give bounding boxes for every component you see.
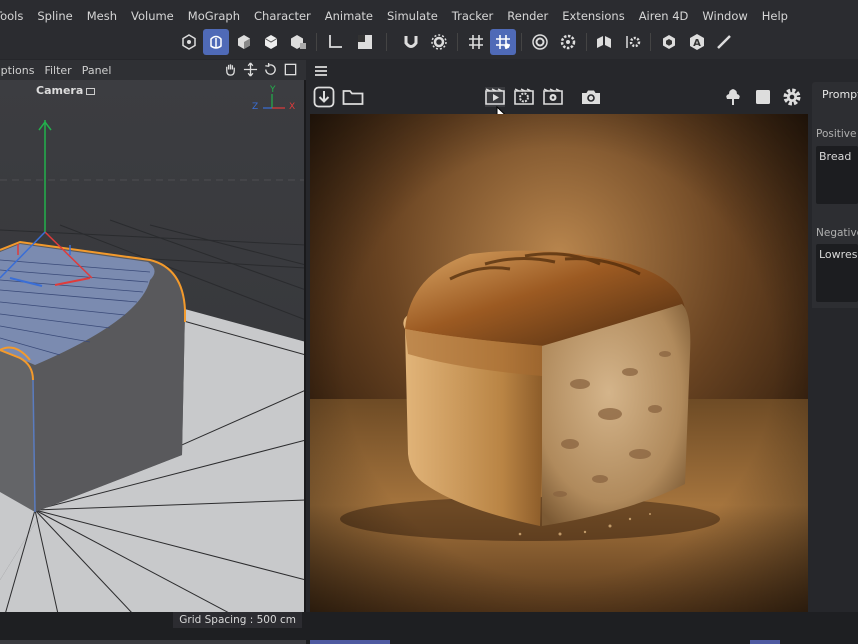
render-icon[interactable] (484, 86, 506, 108)
app-window: Tools Spline Mesh Volume MoGraph Charact… (0, 0, 858, 644)
stop-icon[interactable] (752, 86, 774, 108)
bottom-tab-indicator[interactable] (310, 640, 390, 644)
viewport-menu-options[interactable]: Options (0, 64, 34, 77)
3d-viewport[interactable]: Camera Y Z X Grid Spacing : 500 cm (0, 80, 306, 632)
symmetry-icon[interactable] (591, 29, 617, 55)
pan-hand-icon[interactable] (223, 62, 238, 77)
menu-airen4d[interactable]: Airen 4D (632, 9, 696, 23)
rotate-view-icon[interactable] (263, 62, 278, 77)
render-result-image (310, 114, 808, 612)
menu-tools[interactable]: Tools (0, 9, 30, 23)
viewport-scene (0, 80, 306, 632)
polygon-mode-icon[interactable] (285, 29, 311, 55)
bottom-left-bar (0, 640, 306, 644)
menu-simulate[interactable]: Simulate (380, 9, 445, 23)
brush-icon[interactable] (711, 29, 737, 55)
menu-spline[interactable]: Spline (30, 9, 79, 23)
edge-mode-icon[interactable] (258, 29, 284, 55)
negative-prompt-label: Negative (816, 227, 858, 239)
menu-volume[interactable]: Volume (124, 9, 181, 23)
menu-help[interactable]: Help (755, 9, 795, 23)
move-arrows-icon[interactable] (243, 62, 258, 77)
viewport-menu-filter[interactable]: Filter (44, 64, 71, 77)
menu-animate[interactable]: Animate (318, 9, 380, 23)
gear-icon[interactable] (781, 86, 803, 108)
menu-icon[interactable] (314, 63, 328, 82)
render-settings-icon[interactable] (542, 86, 564, 108)
airen-logo-icon[interactable]: A (684, 29, 710, 55)
menu-mograph[interactable]: MoGraph (181, 9, 247, 23)
magnet-icon[interactable] (398, 29, 424, 55)
workplane-settings-icon[interactable] (555, 29, 581, 55)
point-mode-icon[interactable] (231, 29, 257, 55)
negative-prompt-input[interactable]: Lowres (816, 244, 858, 302)
download-icon[interactable] (313, 86, 335, 108)
main-toolbar: A (0, 27, 858, 59)
svg-text:A: A (693, 38, 701, 49)
tab-prompt[interactable]: Prompt (812, 82, 858, 108)
render-panel-toolbar (310, 60, 810, 124)
grid-spacing-label: Grid Spacing : 500 cm (173, 612, 302, 628)
texture-mode-icon[interactable] (352, 29, 378, 55)
axis-icon[interactable] (322, 29, 348, 55)
workplane-icon[interactable] (527, 29, 553, 55)
maximize-view-icon[interactable] (283, 62, 298, 77)
snap-settings-icon[interactable] (426, 29, 452, 55)
viewport-camera-label[interactable]: Camera (36, 84, 96, 97)
folder-icon[interactable] (342, 86, 364, 108)
tree-icon[interactable] (722, 86, 744, 108)
menu-tracker[interactable]: Tracker (445, 9, 501, 23)
bottom-timeline-strip (0, 612, 858, 644)
menu-mesh[interactable]: Mesh (80, 9, 124, 23)
menu-render[interactable]: Render (500, 9, 555, 23)
camera-icon[interactable] (580, 86, 602, 108)
positive-prompt-input[interactable]: Bread (816, 146, 858, 204)
render-region-icon[interactable] (513, 86, 535, 108)
axis-x-label: X (289, 102, 296, 112)
menu-character[interactable]: Character (247, 9, 318, 23)
menu-extensions[interactable]: Extensions (555, 9, 631, 23)
menu-window[interactable]: Window (695, 9, 754, 23)
model-mode-icon[interactable] (176, 29, 202, 55)
axis-y-label: Y (270, 85, 276, 95)
bottom-right-indicator[interactable] (750, 640, 780, 644)
grid-icon[interactable] (463, 29, 489, 55)
object-mode-icon[interactable] (203, 29, 229, 55)
positive-prompt-label: Positive P (816, 128, 858, 140)
camera-small-icon (86, 87, 96, 95)
grid-snap-icon[interactable] (490, 29, 516, 55)
axis-z-label: Z (252, 102, 259, 112)
symmetry-settings-icon[interactable] (620, 29, 646, 55)
viewport-menu-bar: Options Filter Panel (0, 60, 306, 80)
render-view-icon[interactable] (656, 29, 682, 55)
viewport-menu-panel[interactable]: Panel (82, 64, 112, 77)
